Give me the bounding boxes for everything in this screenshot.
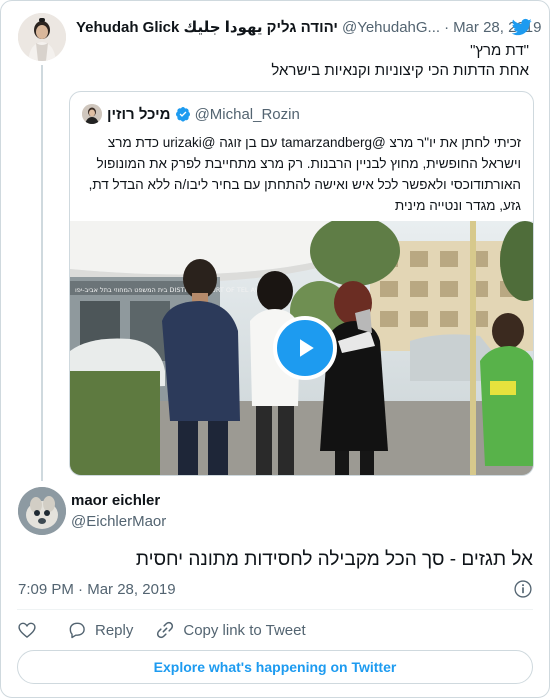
reply-button[interactable]: Reply [67,620,133,640]
verified-badge-icon [175,107,190,122]
quoted-author-avatar [82,104,102,124]
reply-label: Reply [95,621,134,639]
link-icon [157,621,174,639]
info-icon[interactable] [513,579,533,599]
copy-link-label: Copy link to Tweet [183,621,306,639]
parent-tweet-text: "דת מרץ" אחת הדתות הכי קיצוניות וקנאיות … [76,41,529,81]
actions-divider [17,609,533,610]
quoted-tweet-header: מיכל רוזין @Michal_Rozin [82,104,300,124]
main-author-avatar[interactable] [18,487,66,535]
parent-author-avatar[interactable] [18,13,66,61]
court-sign-text: בית המשפט המחוזי בתל אביב-יפו DISTRICT C… [75,286,266,294]
timestamp-separator: · [78,581,84,598]
main-tweet-text: אל תגזים - סך הכל מקבילה לחסידות מתונה י… [135,549,533,570]
quoted-author-handle: @Michal_Rozin [194,105,300,123]
explore-twitter-button[interactable]: Explore what's happening on Twitter [17,650,533,684]
copy-link-button[interactable]: Copy link to Tweet [155,620,306,640]
parent-tweet-line-2: אחת הדתות הכי קיצוניות וקנאיות בישראל [271,62,529,79]
main-author-handle[interactable]: @EichlerMaor [71,513,166,530]
main-author-name[interactable]: maor eichler [71,492,160,509]
quoted-author-name: מיכל רוזין [107,105,171,123]
twitter-bird-icon[interactable] [511,17,533,37]
header-separator: · [444,18,450,36]
main-tweet-timestamp[interactable]: 7:09 PM · Mar 28, 2019 [18,581,176,598]
thread-connector-line [41,65,43,481]
play-button-icon[interactable] [273,316,337,380]
parent-tweet-header: Yehudah Glick יהודה גליק يهودا جليك @Yeh… [76,16,541,38]
like-button[interactable] [17,620,45,640]
tweet-actions-bar: Reply Copy link to Tweet [17,619,328,641]
quoted-tweet[interactable]: מיכל רוזין @Michal_Rozin זכיתי לחתן את י… [69,91,534,476]
parent-author-handle[interactable]: @YehudahG... [342,19,440,36]
reply-icon [69,622,85,639]
tweet-embed-card: Yehudah Glick יהודה גליק يهودا جليك @Yeh… [0,0,550,698]
heart-icon [18,622,36,638]
quoted-tweet-video[interactable]: בית המשפט המחוזי בתל אביב-יפו DISTRICT C… [70,221,533,475]
parent-author-name[interactable]: Yehudah Glick יהודה גליק يهودا جليك [76,18,338,36]
quoted-tweet-text: זכיתי לחתן את יו"ר מרצ @tamarzandberg עם… [88,135,521,213]
parent-tweet-line-1: "דת מרץ" [470,42,529,59]
tweet-time[interactable]: 7:09 PM [18,581,74,598]
tweet-date[interactable]: Mar 28, 2019 [87,581,175,598]
